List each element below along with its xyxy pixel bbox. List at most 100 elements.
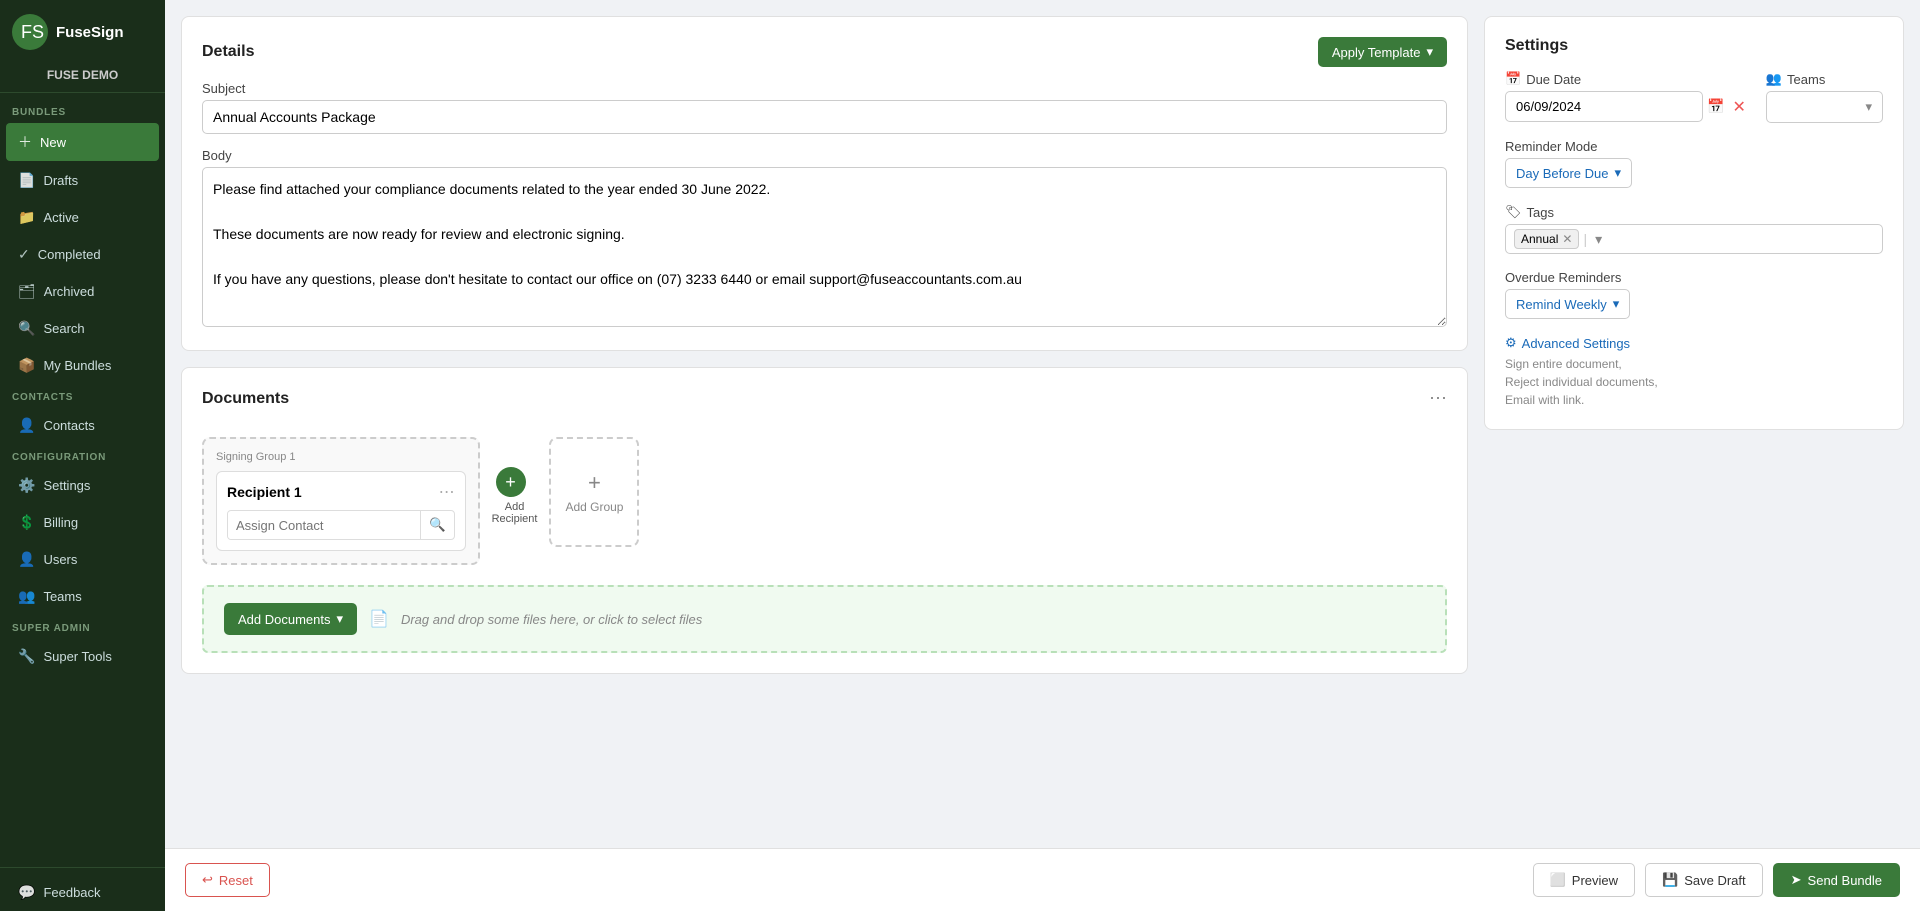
sidebar-item-billing[interactable]: 💲 Billing <box>6 505 159 540</box>
save-draft-label: Save Draft <box>1684 873 1745 888</box>
send-bundle-button[interactable]: ➤ Send Bundle <box>1773 863 1900 897</box>
sidebar-item-my-bundles[interactable]: 📦 My Bundles <box>6 348 159 383</box>
calendar-small-icon: 📅 <box>1707 98 1724 115</box>
overdue-reminders-label: Overdue Reminders <box>1505 270 1883 285</box>
overdue-reminders-dropdown[interactable]: Remind Weekly ▾ <box>1505 289 1630 319</box>
preview-icon: ⬜ <box>1550 872 1566 888</box>
apply-template-label: Apply Template <box>1332 45 1421 60</box>
tags-field: 🏷 Tags Annual ✕ | ▾ <box>1505 204 1883 254</box>
assign-contact-search-button[interactable]: 🔍 <box>420 511 454 539</box>
drop-zone[interactable]: Add Documents ▾ 📄 Drag and drop some fil… <box>202 585 1447 653</box>
documents-more-icon[interactable]: ⋯ <box>1429 388 1447 409</box>
sidebar-item-users-label: Users <box>43 552 77 567</box>
assign-contact-row: 🔍 <box>227 510 455 540</box>
sidebar-item-teams[interactable]: 👥 Teams <box>6 579 159 614</box>
active-icon: 📁 <box>18 209 35 226</box>
reminder-mode-label: Reminder Mode <box>1505 139 1883 154</box>
sidebar-item-active[interactable]: 📁 Active <box>6 200 159 235</box>
completed-icon: ✓ <box>18 246 30 263</box>
main-content: Details Apply Template ▾ Subject Body Pl… <box>165 0 1920 911</box>
reset-label: Reset <box>219 873 253 888</box>
add-group-label: Add Group <box>565 500 623 514</box>
contacts-icon: 👤 <box>18 417 35 434</box>
due-date-field: 📅 Due Date 📅 ✕ <box>1505 71 1750 123</box>
sidebar-item-search[interactable]: 🔍 Search <box>6 311 159 346</box>
assign-contact-input[interactable] <box>228 512 420 539</box>
reminder-mode-dropdown[interactable]: Day Before Due ▾ <box>1505 158 1632 188</box>
tags-divider: | <box>1583 231 1587 247</box>
svg-text:FS: FS <box>21 22 44 42</box>
body-textarea[interactable]: Please find attached your compliance doc… <box>202 167 1447 327</box>
due-date-input[interactable] <box>1505 91 1703 122</box>
signing-group-1: Signing Group 1 Recipient 1 ⋯ 🔍 <box>202 437 480 565</box>
file-icon: 📄 <box>369 609 389 629</box>
teams-icon: 👥 <box>1766 71 1782 87</box>
clear-date-button[interactable]: ✕ <box>1728 97 1749 117</box>
sidebar-item-teams-label: Teams <box>43 589 81 604</box>
search-icon: 🔍 <box>18 320 35 337</box>
tag-annual: Annual ✕ <box>1514 229 1579 249</box>
drafts-icon: 📄 <box>18 172 35 189</box>
sidebar-item-completed[interactable]: ✓ Completed <box>6 237 159 272</box>
sidebar-item-settings[interactable]: ⚙️ Settings <box>6 468 159 503</box>
teams-select[interactable]: ▾ <box>1766 91 1883 123</box>
overdue-value: Remind Weekly <box>1516 297 1607 312</box>
sidebar-item-feedback[interactable]: 💬 Feedback <box>6 875 159 910</box>
sidebar-item-contacts-label: Contacts <box>43 418 94 433</box>
apply-template-button[interactable]: Apply Template ▾ <box>1318 37 1447 67</box>
add-documents-chevron-icon: ▾ <box>337 611 344 627</box>
archived-icon: 🗂 <box>18 283 36 300</box>
sidebar-item-archived[interactable]: 🗂 Archived <box>6 274 159 309</box>
preview-button[interactable]: ⬜ Preview <box>1533 863 1635 897</box>
signing-group-label: Signing Group 1 <box>216 451 466 463</box>
subject-input[interactable] <box>202 100 1447 134</box>
recipient-header: Recipient 1 ⋯ <box>227 482 455 502</box>
recipient-card-1: Recipient 1 ⋯ 🔍 <box>216 471 466 551</box>
reminder-mode-value: Day Before Due <box>1516 166 1609 181</box>
tag-annual-label: Annual <box>1521 232 1558 246</box>
sidebar-item-new[interactable]: ＋ New <box>6 123 159 161</box>
documents-card: Documents ⋯ Signing Group 1 Recipient 1 … <box>181 367 1468 674</box>
advanced-settings-field: ⚙ Advanced Settings Sign entire document… <box>1505 335 1883 409</box>
billing-icon: 💲 <box>18 514 35 531</box>
settings-grid: 📅 Due Date 📅 ✕ 👥 Teams <box>1505 71 1883 123</box>
action-bar: ↩ Reset ⬜ Preview 💾 Save Draft ➤ Send Bu… <box>165 848 1920 911</box>
add-recipient-button[interactable]: + <box>496 467 526 497</box>
search-icon: 🔍 <box>429 517 446 532</box>
sidebar-item-drafts[interactable]: 📄 Drafts <box>6 163 159 198</box>
reminder-mode-chevron-icon: ▾ <box>1615 165 1622 181</box>
add-group-box[interactable]: + Add Group <box>549 437 639 547</box>
sidebar-item-contacts[interactable]: 👤 Contacts <box>6 408 159 443</box>
overdue-reminders-field: Overdue Reminders Remind Weekly ▾ <box>1505 270 1883 319</box>
advanced-settings-link[interactable]: ⚙ Advanced Settings <box>1505 335 1883 351</box>
sidebar-item-billing-label: Billing <box>43 515 78 530</box>
sidebar-item-super-tools[interactable]: 🔧 Super Tools <box>6 639 159 674</box>
bundles-section-label: BUNDLES <box>0 99 165 122</box>
save-draft-button[interactable]: 💾 Save Draft <box>1645 863 1763 897</box>
save-draft-icon: 💾 <box>1662 872 1678 888</box>
org-name: FUSE DEMO <box>0 64 165 93</box>
tags-row: Annual ✕ | ▾ <box>1505 224 1883 254</box>
users-icon: 👤 <box>18 551 35 568</box>
tags-chevron-icon[interactable]: ▾ <box>1595 231 1602 248</box>
sidebar-item-settings-label: Settings <box>43 478 90 493</box>
teams-field: 👥 Teams ▾ <box>1766 71 1883 123</box>
reminder-mode-field: Reminder Mode Day Before Due ▾ <box>1505 139 1883 188</box>
sidebar-item-super-tools-label: Super Tools <box>43 649 111 664</box>
settings-title: Settings <box>1505 37 1883 55</box>
tag-annual-remove-button[interactable]: ✕ <box>1562 232 1572 246</box>
details-header: Details Apply Template ▾ <box>202 37 1447 67</box>
add-documents-label: Add Documents <box>238 612 331 627</box>
send-bundle-label: Send Bundle <box>1808 873 1882 888</box>
new-icon: ＋ <box>18 132 32 152</box>
add-group-plus-icon: + <box>588 470 601 496</box>
feedback-icon: 💬 <box>18 884 35 901</box>
logo: FS FuseSign <box>0 0 165 64</box>
add-documents-button[interactable]: Add Documents ▾ <box>224 603 357 635</box>
reset-button[interactable]: ↩ Reset <box>185 863 270 897</box>
sidebar-item-users[interactable]: 👤 Users <box>6 542 159 577</box>
logo-text: FuseSign <box>56 24 124 41</box>
recipient-more-icon[interactable]: ⋯ <box>439 482 455 502</box>
body-label: Body <box>202 148 1447 163</box>
my-bundles-icon: 📦 <box>18 357 35 374</box>
